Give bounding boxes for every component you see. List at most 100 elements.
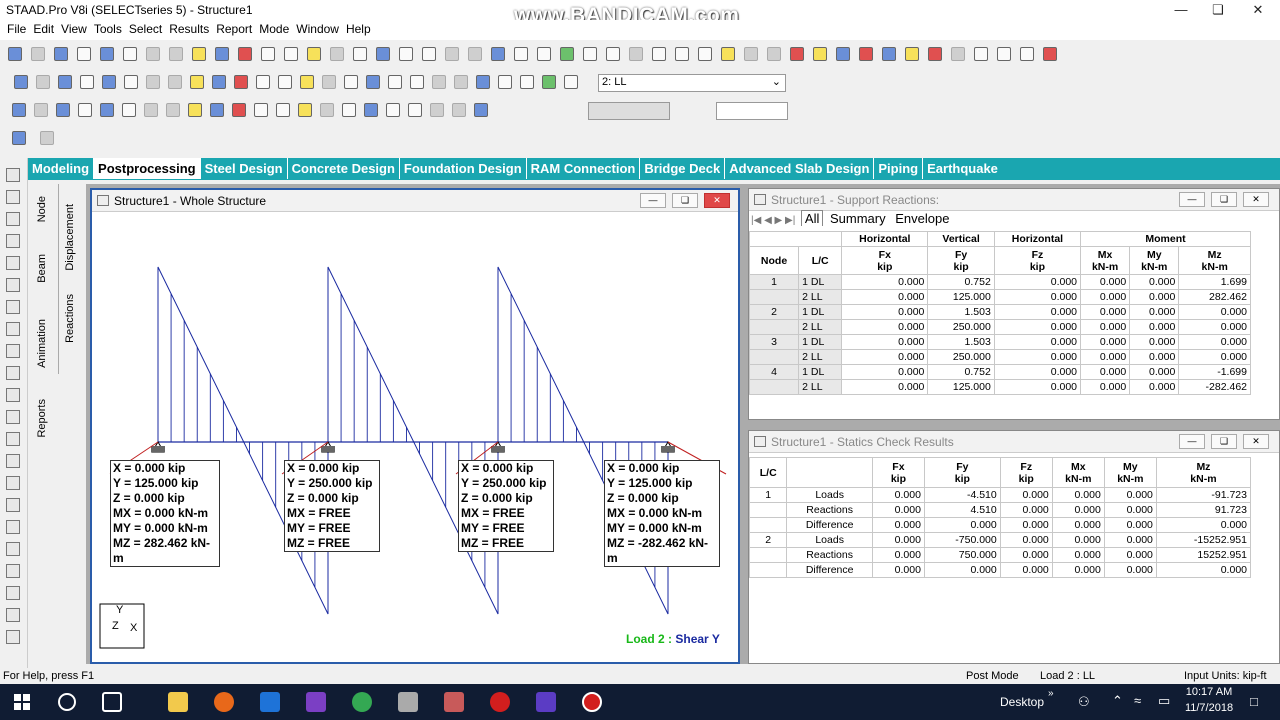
toolbar-icon[interactable]	[190, 75, 204, 89]
toolbar-icon[interactable]	[721, 47, 735, 61]
support-reactions-table[interactable]: Horizontal Vertical Horizontal Moment Node L/…	[748, 231, 1251, 395]
toolbar-icon[interactable]	[974, 47, 988, 61]
tab-concrete-design[interactable]: Concrete Design	[288, 158, 400, 179]
toolbar-icon[interactable]	[474, 103, 488, 117]
toolbar-icon[interactable]	[376, 47, 390, 61]
left-tool-icon[interactable]	[6, 498, 20, 512]
toolbar-icon[interactable]	[298, 103, 312, 117]
toolbar-icon[interactable]	[232, 103, 246, 117]
table-row[interactable]: 2 LL 0.000 250.000 0.000 0.000 0.000 0.000	[748, 349, 1251, 365]
bandicam-icon[interactable]	[582, 692, 602, 712]
toolbar-icon[interactable]	[882, 47, 896, 61]
left-tool-icon[interactable]	[6, 410, 20, 424]
statics-close-button[interactable]: ✕	[1243, 434, 1269, 449]
windows-start-icon[interactable]	[14, 694, 30, 710]
toolbar-icon[interactable]	[322, 75, 336, 89]
battery-icon[interactable]: ▭	[1158, 693, 1170, 709]
toolbar-icon[interactable]	[169, 47, 183, 61]
task-view-icon[interactable]	[102, 692, 122, 712]
table-row[interactable]: 2 LL 0.000 125.000 0.000 0.000 0.000 282.462	[748, 289, 1251, 305]
side-tab-displacement[interactable]: Displacement	[64, 204, 76, 271]
menu-report[interactable]: Report	[209, 20, 252, 36]
table-row[interactable]: 11 DL 0.000 0.752 0.000 0.000 0.000 1.699	[748, 274, 1251, 290]
menu-edit[interactable]: Edit	[26, 20, 54, 36]
toolbar-icon[interactable]	[951, 47, 965, 61]
minimize-button[interactable]: —	[1163, 0, 1199, 20]
toolbar-icon[interactable]	[353, 47, 367, 61]
toolbar-icon[interactable]	[997, 47, 1011, 61]
toolbar-icon[interactable]	[813, 47, 827, 61]
structure-minimize-button[interactable]: —	[640, 193, 666, 208]
toolbar-icon[interactable]	[8, 47, 22, 61]
toolbar-icon[interactable]	[100, 47, 114, 61]
tab-bridge-deck[interactable]: Bridge Deck	[640, 158, 726, 179]
left-tool-icon[interactable]	[6, 300, 20, 314]
toolbar-icon[interactable]	[36, 75, 50, 89]
toolbar-icon[interactable]	[542, 75, 556, 89]
left-tool-icon[interactable]	[6, 542, 20, 556]
toolbar-icon[interactable]	[80, 75, 94, 89]
toolbar-icon[interactable]	[77, 47, 91, 61]
menu-view[interactable]: View	[54, 20, 87, 36]
tab-ram-connection[interactable]: RAM Connection	[527, 158, 641, 179]
chrome-icon[interactable]	[352, 692, 372, 712]
toolbar-icon[interactable]	[12, 131, 26, 145]
toolbar-icon[interactable]	[188, 103, 202, 117]
tray-chevron-icon[interactable]: ⌃	[1112, 693, 1123, 709]
menu-tools[interactable]: Tools	[87, 20, 122, 36]
toolbar-icon[interactable]	[564, 75, 578, 89]
side-tab-beam[interactable]: Beam	[36, 254, 48, 283]
left-tool-icon[interactable]	[6, 476, 20, 490]
toolbar-icon[interactable]	[583, 47, 597, 61]
table-row[interactable]: Reactions 0.000 4.510 0.000 0.000 0.000 91.723	[748, 502, 1252, 518]
toolbar-icon[interactable]	[261, 47, 275, 61]
toolbar-icon[interactable]	[514, 47, 528, 61]
toolbar-icon[interactable]	[300, 75, 314, 89]
shear-diagram[interactable]	[92, 212, 738, 662]
left-tool-icon[interactable]	[6, 212, 20, 226]
toolbar-icon[interactable]	[767, 47, 781, 61]
table-row[interactable]: 2 LL 0.000 125.000 0.000 0.000 0.000 -282.462	[748, 379, 1251, 395]
toolbar-icon[interactable]	[498, 75, 512, 89]
file-explorer-icon[interactable]	[168, 692, 188, 712]
toolbar-icon[interactable]	[210, 103, 224, 117]
visual-studio-icon[interactable]	[306, 692, 326, 712]
toolbar-icon[interactable]	[192, 47, 206, 61]
people-icon[interactable]: ⚇	[1078, 694, 1090, 710]
toolbar-icon[interactable]	[422, 47, 436, 61]
clock-date[interactable]: 11/7/2018	[1184, 702, 1234, 714]
tab-foundation-design[interactable]: Foundation Design	[400, 158, 527, 179]
toolbar-icon[interactable]	[408, 103, 422, 117]
toolbar-icon[interactable]	[12, 103, 26, 117]
side-tab-animation[interactable]: Animation	[36, 319, 48, 368]
app-icon[interactable]	[444, 692, 464, 712]
toolbar-icon[interactable]	[168, 75, 182, 89]
edge-icon[interactable]	[260, 692, 280, 712]
toolbar-icon[interactable]	[520, 75, 534, 89]
toolbar-icon[interactable]	[14, 75, 28, 89]
left-tool-icon[interactable]	[6, 608, 20, 622]
toolbar-icon[interactable]	[790, 47, 804, 61]
menu-results[interactable]: Results	[162, 20, 209, 36]
toolbar-icon[interactable]	[254, 103, 268, 117]
toolbar-icon[interactable]	[675, 47, 689, 61]
structure-restore-button[interactable]: ❏	[672, 193, 698, 208]
left-tool-icon[interactable]	[6, 344, 20, 358]
left-tool-icon[interactable]	[6, 630, 20, 644]
toolbar-icon[interactable]	[284, 47, 298, 61]
toolbar-icon[interactable]	[238, 47, 252, 61]
toolbar-icon[interactable]	[560, 47, 574, 61]
toolbar-icon[interactable]	[100, 103, 114, 117]
left-tool-icon[interactable]	[6, 520, 20, 534]
toolbar-icon[interactable]	[454, 75, 468, 89]
toolbar-icon[interactable]	[31, 47, 45, 61]
menu-help[interactable]: Help	[339, 20, 371, 36]
toolbar-icon[interactable]	[320, 103, 334, 117]
chevron-icon[interactable]: »	[1048, 688, 1054, 699]
left-tool-icon[interactable]	[6, 234, 20, 248]
toolbar-icon[interactable]	[652, 47, 666, 61]
table-row[interactable]: Difference 0.000 0.000 0.000 0.000 0.000 0.000	[748, 562, 1252, 578]
toolbar-icon[interactable]	[78, 103, 92, 117]
opera-icon[interactable]	[490, 692, 510, 712]
side-tab-reports[interactable]: Reports	[36, 399, 48, 438]
